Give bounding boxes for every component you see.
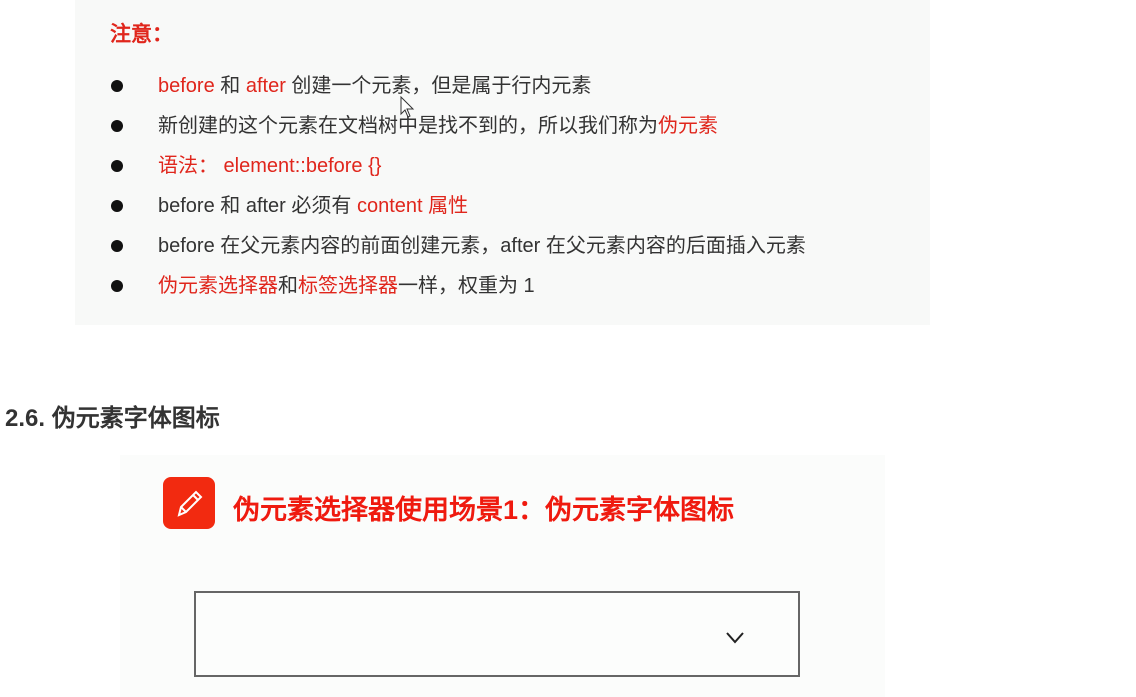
- slide-font-icon: 伪元素选择器使用场景1：伪元素字体图标: [120, 455, 885, 697]
- text-segment: 一样，权重为 1: [398, 275, 535, 297]
- slide-title: 伪元素选择器使用场景1：伪元素字体图标: [233, 495, 735, 525]
- list-item: before 在父元素内容的前面创建元素，after 在父元素内容的后面插入元素: [111, 230, 806, 270]
- list-item: before 和 after 创建一个元素，但是属于行内元素: [111, 70, 806, 110]
- mouse-cursor-icon: [400, 96, 415, 118]
- list-item: 新创建的这个元素在文档树中是找不到的，所以我们称为伪元素: [111, 110, 806, 150]
- text-segment: 和: [278, 275, 298, 297]
- text-segment: after: [245, 75, 286, 97]
- section-heading: 2.6. 伪元素字体图标: [5, 405, 220, 432]
- text-segment: 标签选择器: [298, 275, 398, 297]
- list-item: 伪元素选择器和标签选择器一样，权重为 1: [111, 270, 806, 310]
- text-segment: 和: [214, 75, 246, 97]
- bullet-icon: [111, 160, 123, 172]
- bullet-icon: [111, 280, 123, 292]
- text-segment: 伪元素选择器: [158, 275, 278, 297]
- list-item: before 和 after 必须有 content 属性: [111, 190, 806, 230]
- text-segment: 创建一个元素，但是属于行内元素: [285, 75, 592, 97]
- bullet-icon: [111, 80, 123, 92]
- pencil-icon: [163, 477, 215, 529]
- bullet-icon: [111, 200, 123, 212]
- bullet-icon: [111, 120, 123, 132]
- slide-notes: 注意： before 和 after 创建一个元素，但是属于行内元素 新创建的这个…: [75, 0, 930, 325]
- text-segment: content 属性: [356, 195, 469, 217]
- list-item: 语法： element::before {}: [111, 150, 806, 190]
- text-segment: before 在父元素内容的前面创建元素，after 在父元素内容的后面插入元素: [158, 235, 806, 257]
- text-segment: 伪元素: [658, 115, 718, 137]
- dropdown-box[interactable]: [194, 591, 800, 677]
- text-segment: 语法： element::before {}: [158, 155, 382, 177]
- note-title: 注意：: [110, 23, 173, 46]
- notes-list: before 和 after 创建一个元素，但是属于行内元素 新创建的这个元素在文…: [111, 70, 806, 310]
- text-segment: before 和 after 必须有: [158, 195, 357, 217]
- text-segment: before: [158, 75, 215, 97]
- chevron-down-icon[interactable]: [725, 631, 745, 645]
- bullet-icon: [111, 240, 123, 252]
